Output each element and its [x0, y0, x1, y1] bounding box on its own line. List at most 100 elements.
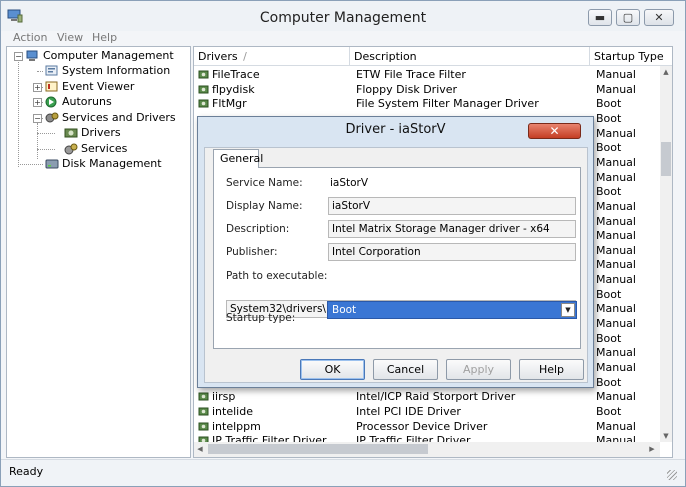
tab-general[interactable]: General — [213, 149, 263, 168]
publisher-field[interactable]: Intel Corporation — [328, 243, 576, 261]
driver-description-cell: Intel PCI IDE Driver — [356, 404, 461, 418]
startup-type-select[interactable]: Boot ▼ — [327, 301, 577, 319]
table-row[interactable]: intelppm Processor Device Driver Manual — [194, 419, 660, 434]
cancel-button[interactable]: Cancel — [373, 359, 438, 380]
tree-item-label: Computer Management — [43, 49, 174, 62]
list-header: Drivers / Description Startup Type — [194, 47, 672, 66]
driver-icon — [198, 407, 209, 416]
tree-item-label: Disk Management — [62, 157, 162, 170]
description-field[interactable]: Intel Matrix Storage Manager driver - x6… — [328, 220, 576, 238]
startup-type-cell: Manual — [596, 346, 636, 360]
startup-type-cell: Manual — [596, 229, 636, 243]
column-header-startup-type[interactable]: Startup Type — [590, 47, 672, 66]
table-row[interactable]: flpydisk Floppy Disk Driver Manual — [194, 82, 660, 97]
publisher-label: Publisher: — [226, 246, 278, 258]
display-name-field[interactable]: iaStorV — [328, 197, 576, 215]
menu-view[interactable]: View — [57, 31, 83, 44]
tree-guide-line — [37, 149, 55, 150]
event-viewer-icon — [45, 81, 58, 92]
startup-type-cell: Manual — [596, 82, 636, 96]
computer-management-window: Computer Management ▬ ▢ ✕ Action View He… — [0, 0, 686, 487]
resize-grip-icon[interactable] — [667, 470, 677, 480]
startup-type-cell: Manual — [596, 155, 636, 169]
minimize-button[interactable]: ▬ — [588, 9, 612, 26]
close-button[interactable]: ✕ — [644, 9, 674, 26]
tree-expand-toggle[interactable]: + — [33, 83, 42, 92]
tree-collapse-toggle[interactable]: − — [14, 52, 23, 61]
tree-guide-line — [18, 62, 19, 167]
ok-button[interactable]: OK — [300, 359, 365, 380]
dialog-close-button[interactable]: ✕ — [528, 123, 581, 139]
scroll-up-icon[interactable]: ▲ — [660, 66, 672, 78]
driver-name-cell: iirsp — [198, 390, 235, 403]
startup-type-cell: Manual — [596, 361, 636, 374]
description-label: Description: — [226, 223, 290, 235]
tree-guide-line — [37, 71, 43, 72]
driver-description-cell: File System Filter Manager Driver — [356, 97, 539, 111]
startup-type-cell: Manual — [596, 214, 636, 228]
driver-icon — [198, 392, 209, 401]
general-tab-panel: Service Name: iaStorV Display Name: iaSt… — [213, 167, 581, 349]
driver-icon — [198, 70, 209, 79]
driver-name-cell: intelide — [198, 405, 253, 418]
horizontal-scrollbar[interactable]: ◀ ▶ — [194, 442, 660, 457]
driver-icon — [198, 85, 209, 94]
menu-bar: Action View Help — [1, 29, 685, 46]
startup-type-cell: Manual — [596, 170, 636, 184]
chevron-down-icon[interactable]: ▼ — [561, 303, 575, 317]
startup-type-cell: Manual — [596, 243, 636, 257]
help-button[interactable]: Help — [519, 359, 584, 380]
navigation-tree[interactable]: − + + − Computer Management System Infor… — [6, 46, 191, 458]
scroll-right-icon[interactable]: ▶ — [646, 443, 658, 455]
tree-expand-toggle[interactable]: + — [33, 98, 42, 107]
service-name-value: iaStorV — [330, 177, 369, 189]
column-header-drivers[interactable]: Drivers / — [194, 47, 350, 66]
column-label: Drivers — [198, 50, 238, 63]
tree-collapse-toggle[interactable]: − — [33, 114, 42, 123]
title-bar[interactable]: Computer Management ▬ ▢ ✕ — [1, 1, 685, 31]
apply-button[interactable]: Apply — [446, 359, 511, 380]
services-drivers-icon — [45, 112, 59, 123]
startup-type-cell: Manual — [596, 390, 636, 404]
tree-item-label: Services — [81, 142, 128, 155]
menu-help[interactable]: Help — [92, 31, 117, 44]
driver-description-cell: Intel/ICP Raid Storport Driver — [356, 390, 516, 404]
table-row[interactable]: intelide Intel PCI IDE Driver Boot — [194, 404, 660, 419]
driver-description-cell: ETW File Trace Filter — [356, 68, 466, 81]
startup-type-cell: Manual — [596, 273, 636, 287]
startup-type-value: Boot — [332, 304, 357, 316]
startup-type-cell: Boot — [596, 375, 622, 389]
driver-properties-dialog: Driver - iaStorV ✕ General Service Name:… — [197, 116, 594, 388]
disk-icon — [45, 159, 59, 169]
startup-type-cell: Boot — [596, 287, 622, 301]
table-row[interactable]: iirsp Intel/ICP Raid Storport Driver Manua… — [194, 389, 660, 404]
menu-action[interactable]: Action — [13, 31, 47, 44]
maximize-button[interactable]: ▢ — [616, 9, 640, 26]
status-text: Ready — [9, 465, 44, 478]
driver-description-cell: Processor Device Driver — [356, 419, 488, 433]
table-row[interactable]: FileTrace ETW File Trace Filter Manual — [194, 67, 660, 82]
column-header-description[interactable]: Description — [350, 47, 590, 66]
table-row[interactable]: FltMgr File System Filter Manager Driver B… — [194, 96, 660, 111]
tree-guide-line — [37, 133, 55, 134]
vertical-scrollbar[interactable]: ▲ ▼ — [660, 66, 672, 442]
scroll-left-icon[interactable]: ◀ — [194, 443, 206, 455]
driver-name: FltMgr — [212, 97, 247, 111]
horizontal-scroll-thumb[interactable] — [208, 444, 428, 454]
driver-name: FileTrace — [212, 68, 260, 81]
driver-name: iirsp — [212, 390, 236, 404]
driver-name: flpydisk — [212, 82, 255, 96]
startup-type-cell: Manual — [596, 68, 636, 81]
startup-type-cell: Boot — [596, 185, 622, 199]
driver-name-cell: intelppm — [198, 420, 261, 433]
driver-icon — [198, 99, 209, 108]
vertical-scroll-thumb[interactable] — [661, 142, 671, 176]
path-label: Path to executable: — [226, 270, 328, 282]
window-title: Computer Management — [259, 10, 427, 26]
autoruns-icon — [45, 96, 57, 108]
startup-type-cell: Manual — [596, 302, 636, 316]
startup-type-cell: Manual — [596, 419, 636, 433]
service-name-label: Service Name: — [226, 177, 303, 189]
scroll-down-icon[interactable]: ▼ — [660, 430, 672, 442]
display-name-label: Display Name: — [226, 200, 303, 212]
